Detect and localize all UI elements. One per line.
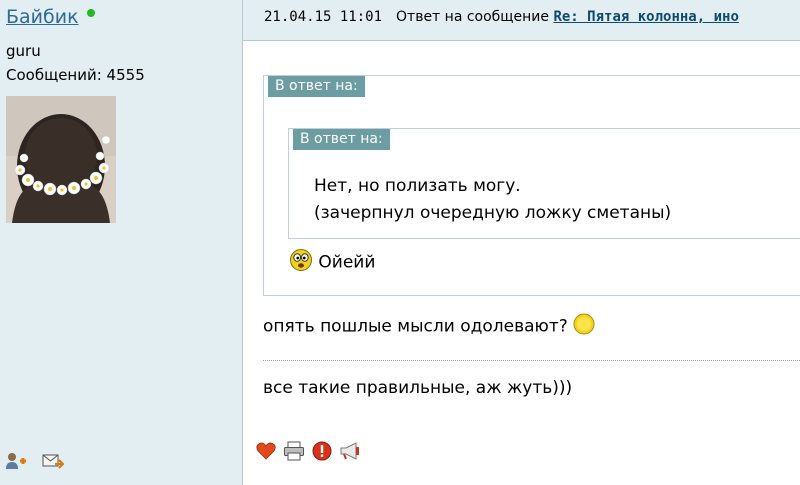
avatar-image xyxy=(6,96,116,223)
quote-outer: В ответ на: В ответ на: Нет, но полизать… xyxy=(263,75,800,296)
post-actions xyxy=(256,441,367,465)
message-line-2: все такие правильные, аж жуть))) xyxy=(263,378,573,398)
message-line-1: опять пошлые мысли одолевают? xyxy=(263,313,595,340)
like-heart-icon[interactable] xyxy=(256,442,276,464)
quote-inner-text: Нет, но полизать могу. (зачерпнул очеред… xyxy=(314,173,671,227)
signature-divider xyxy=(263,360,800,361)
quote-outer-reply: Ойейй xyxy=(289,248,375,277)
add-friend-icon[interactable] xyxy=(5,452,27,474)
print-icon[interactable] xyxy=(283,441,305,465)
online-status-icon xyxy=(86,9,95,17)
username-link[interactable]: Байбик xyxy=(6,6,79,28)
quote-inner-line2: (зачерпнул очередную ложку сметаны) xyxy=(314,203,672,223)
user-rank: guru xyxy=(6,42,41,60)
quote-inner-label: В ответ на: xyxy=(293,129,390,150)
report-icon[interactable] xyxy=(312,441,332,465)
avatar[interactable] xyxy=(6,96,116,223)
message-header: 21.04.15 11:01 Ответ на сообщение Re: Пят… xyxy=(243,0,800,41)
post-count: Сообщений: 4555 xyxy=(6,66,145,84)
surprised-smiley-icon xyxy=(289,248,313,277)
message-line-1-text: опять пошлые мысли одолевают? xyxy=(263,316,568,337)
message-timestamp: 21.04.15 11:01 xyxy=(264,9,383,25)
private-message-icon[interactable] xyxy=(42,452,65,474)
quote-outer-label: В ответ на: xyxy=(268,76,365,97)
quote-inner: В ответ на: Нет, но полизать могу. (заче… xyxy=(288,128,800,239)
yellow-smiley-icon xyxy=(573,313,595,340)
reply-relation-text: Ответ на сообщение xyxy=(396,9,549,25)
megaphone-icon[interactable] xyxy=(339,442,365,464)
author-panel: Байбик guru Сообщений: 4555 xyxy=(0,0,243,485)
thread-title-link[interactable]: Re: Пятая колонна, ино xyxy=(553,9,738,25)
quote-outer-reply-text: Ойейй xyxy=(318,252,376,273)
quote-inner-line1: Нет, но полизать могу. xyxy=(314,176,521,196)
author-actions xyxy=(5,452,74,474)
username-row: Байбик xyxy=(6,6,95,30)
